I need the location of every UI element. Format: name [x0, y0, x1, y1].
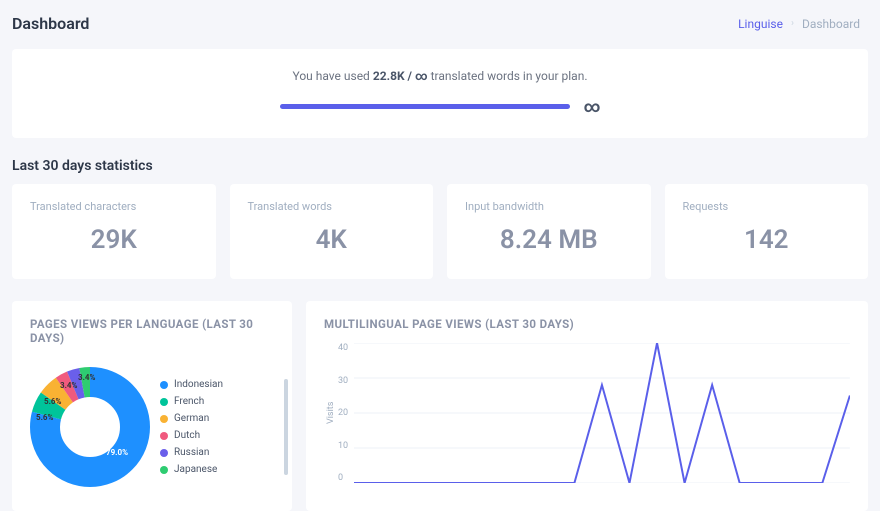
chevron-right-icon: › — [791, 18, 794, 29]
donut-chart: 79.0% 5.6% 5.6% 3.4% 3.4% — [30, 367, 150, 487]
stat-value: 4K — [248, 225, 416, 255]
donut-chart-card: PAGES VIEWS PER LANGUAGE (LAST 30 DAYS) … — [12, 301, 292, 511]
line-chart-wrap: Visits 403020100 — [324, 343, 850, 483]
legend-label: German — [174, 413, 209, 424]
legend-label: French — [174, 396, 204, 407]
legend-color-dot — [160, 432, 168, 440]
breadcrumb: Linguise › Dashboard — [738, 17, 860, 31]
stat-card: Input bandwidth 8.24 MB — [447, 184, 651, 279]
usage-text: You have used 22.8K / ∞ translated words… — [32, 69, 848, 83]
legend-color-dot — [160, 398, 168, 406]
legend-label: Indonesian — [174, 379, 223, 390]
stat-value: 29K — [30, 225, 198, 255]
legend-item[interactable]: Indonesian — [160, 379, 274, 390]
y-axis-label: Visits — [324, 343, 338, 483]
legend-color-dot — [160, 381, 168, 389]
stat-label: Requests — [683, 200, 851, 213]
usage-progress-bar — [280, 104, 570, 109]
donut-chart-title: PAGES VIEWS PER LANGUAGE (LAST 30 DAYS) — [30, 317, 274, 345]
y-ticks: 403020100 — [338, 343, 354, 483]
stat-value: 142 — [683, 225, 851, 255]
stat-label: Translated words — [248, 200, 416, 213]
stat-value: 8.24 MB — [465, 225, 633, 255]
stats-row: Translated characters 29K Translated wor… — [12, 184, 868, 279]
breadcrumb-current: Dashboard — [802, 17, 860, 31]
legend-label: Dutch — [174, 430, 200, 441]
donut-slice-label: 3.4% — [60, 381, 77, 390]
usage-card: You have used 22.8K / ∞ translated words… — [12, 49, 868, 138]
legend-item[interactable]: Dutch — [160, 430, 274, 441]
donut-wrap: 79.0% 5.6% 5.6% 3.4% 3.4% Indonesian Fren… — [30, 357, 274, 497]
donut-slice-label: 5.6% — [36, 413, 53, 422]
stat-card: Translated characters 29K — [12, 184, 216, 279]
legend-item[interactable]: German — [160, 413, 274, 424]
line-chart — [354, 343, 850, 483]
donut-center — [62, 399, 118, 455]
stat-card: Translated words 4K — [230, 184, 434, 279]
stat-label: Input bandwidth — [465, 200, 633, 213]
charts-row: PAGES VIEWS PER LANGUAGE (LAST 30 DAYS) … — [12, 301, 868, 511]
legend-item[interactable]: French — [160, 396, 274, 407]
page-header: Dashboard Linguise › Dashboard — [0, 0, 880, 43]
legend-label: Russian — [174, 447, 209, 458]
usage-bold: 22.8K / ∞ — [373, 69, 428, 83]
usage-suffix: translated words in your plan. — [428, 69, 588, 83]
breadcrumb-link-linguise[interactable]: Linguise — [738, 17, 783, 31]
legend-color-dot — [160, 415, 168, 423]
donut-legend[interactable]: Indonesian French German Dutch Russian Japane… — [160, 379, 274, 475]
usage-prefix: You have used — [293, 69, 373, 83]
section-title: Last 30 days statistics — [12, 158, 868, 174]
legend-label: Japanese — [174, 464, 217, 475]
donut-slice-label: 5.6% — [44, 397, 61, 406]
donut-slice-label: 3.4% — [78, 373, 95, 382]
stat-label: Translated characters — [30, 200, 198, 213]
legend-item[interactable]: Japanese — [160, 464, 274, 475]
infinity-icon: ∞ — [584, 97, 601, 116]
legend-color-dot — [160, 466, 168, 474]
legend-item[interactable]: Russian — [160, 447, 274, 458]
legend-color-dot — [160, 449, 168, 457]
line-chart-card: MULTILINGUAL PAGE VIEWS (LAST 30 DAYS) V… — [306, 301, 868, 511]
line-chart-title: MULTILINGUAL PAGE VIEWS (LAST 30 DAYS) — [324, 317, 850, 331]
donut-slice-label: 79.0% — [106, 448, 128, 457]
page-title: Dashboard — [12, 14, 89, 33]
usage-bar-wrap: ∞ — [32, 97, 848, 116]
stat-card: Requests 142 — [665, 184, 869, 279]
